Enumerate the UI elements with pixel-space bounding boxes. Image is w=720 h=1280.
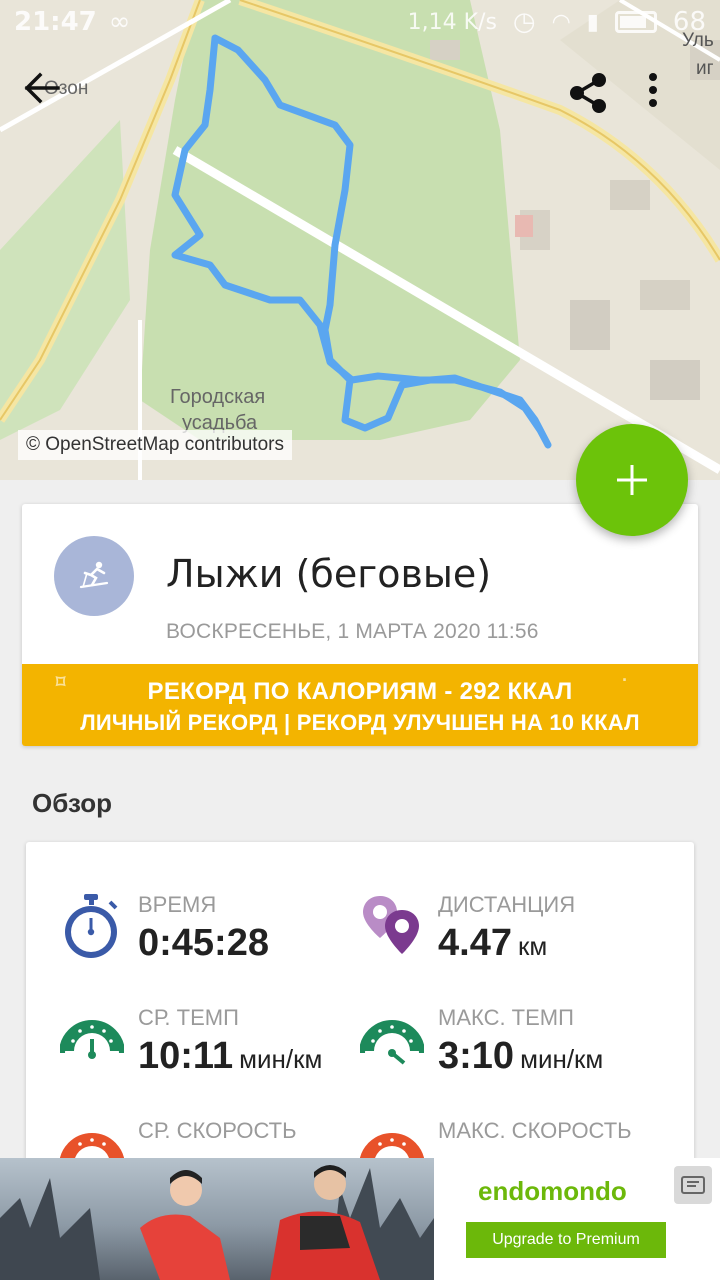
stat-value: 4.47 км: [438, 922, 548, 964]
location-pins-icon: [363, 896, 419, 954]
stat-label: СР. СКОРОСТЬ: [138, 1118, 297, 1143]
map-label-estate: Городская: [170, 386, 266, 408]
map-attribution[interactable]: © OpenStreetMap contributors: [18, 430, 292, 460]
stat-label: ДИСТАНЦИЯ: [438, 892, 576, 917]
more-vert-icon: [649, 73, 657, 107]
more-options-button[interactable]: [648, 72, 712, 136]
stat-duration: ВРЕМЯ 0:45:28: [60, 892, 360, 992]
add-button[interactable]: [576, 424, 688, 536]
stat-distance: ДИСТАНЦИЯ 4.47 км: [360, 892, 660, 992]
share-button[interactable]: [568, 72, 632, 136]
stat-value: 10:11 мин/км: [138, 1035, 323, 1077]
stat-label: ВРЕМЯ: [138, 892, 217, 917]
stat-label: МАКС. ТЕМП: [438, 1005, 574, 1030]
plus-icon: [617, 465, 647, 495]
workout-details-screen: Озон Уль иг Городская усадьба 21:47 ∞ 1,…: [0, 0, 720, 1280]
stat-value: 3:10 мин/км: [438, 1035, 604, 1077]
battery-level: 68: [672, 7, 706, 37]
wifi-icon: ◠: [551, 9, 571, 35]
stat-avg-pace: СР. ТЕМП 10:11 мин/км: [60, 1005, 360, 1105]
overview-stats-card: ВРЕМЯ 0:45:28 ДИСТАНЦИЯ 4.47км СР. ТЕМП: [26, 842, 694, 1172]
back-button[interactable]: [24, 72, 88, 136]
record-subtitle: ЛИЧНЫЙ РЕКОРД | РЕКОРД УЛУЧШЕН НА 10 ККА…: [80, 710, 640, 735]
workout-date: ВОСКРЕСЕНЬЕ, 1 МАРТА 2020 11:56: [166, 620, 539, 643]
overview-heading: Обзор: [32, 788, 112, 818]
cross-country-ski-icon: [79, 561, 109, 589]
stopwatch-icon: [65, 894, 118, 958]
upgrade-premium-button[interactable]: Upgrade to Premium: [466, 1222, 666, 1258]
sparkle-icon: ⌑: [56, 672, 66, 692]
arrow-left-icon: [24, 72, 60, 104]
net-speed: 1,14 K/s: [407, 9, 497, 35]
share-icon: [570, 73, 606, 113]
workout-summary-card: Лыжи (беговые) ВОСКРЕСЕНЬЕ, 1 МАРТА 2020…: [22, 504, 698, 746]
stat-max-pace: МАКС. ТЕМП 3:10 мин/км: [360, 1005, 660, 1105]
stat-label: МАКС. СКОРОСТЬ: [438, 1118, 632, 1143]
sport-avatar: [54, 536, 134, 616]
infinity-icon: ∞: [108, 7, 131, 37]
ad-photo: [0, 1158, 434, 1280]
status-time: 21:47: [14, 7, 97, 37]
endomondo-logo: endomondo: [478, 1176, 627, 1206]
stat-value: 0:45:28: [138, 922, 269, 964]
runners-image: [0, 1165, 434, 1280]
route-map[interactable]: Озон Уль иг Городская усадьба 21:47 ∞ 1,…: [0, 0, 720, 480]
signal-icon: ▮: [586, 9, 599, 35]
battery-icon: [614, 11, 657, 33]
ad-info-icon: [681, 1176, 705, 1194]
speedometer-icon: [360, 1020, 424, 1065]
speedometer-icon: [60, 1020, 124, 1059]
ad-close-button[interactable]: [674, 1166, 712, 1204]
record-banner[interactable]: ⌑ · РЕКОРД ПО КАЛОРИЯМ - 292 ККАЛ ЛИЧНЫЙ…: [22, 664, 698, 746]
sparkle-icon: ·: [622, 670, 628, 690]
sport-title: Лыжи (беговые): [166, 552, 492, 596]
ad-banner[interactable]: endomondo Upgrade to Premium: [0, 1158, 720, 1280]
record-title: РЕКОРД ПО КАЛОРИЯМ - 292 ККАЛ: [147, 678, 573, 705]
alarm-icon: ◷: [512, 7, 536, 37]
status-bar: 21:47 ∞ 1,14 K/s ◷ ◠ ▮ 68: [0, 0, 720, 44]
stat-label: СР. ТЕМП: [138, 1005, 239, 1030]
